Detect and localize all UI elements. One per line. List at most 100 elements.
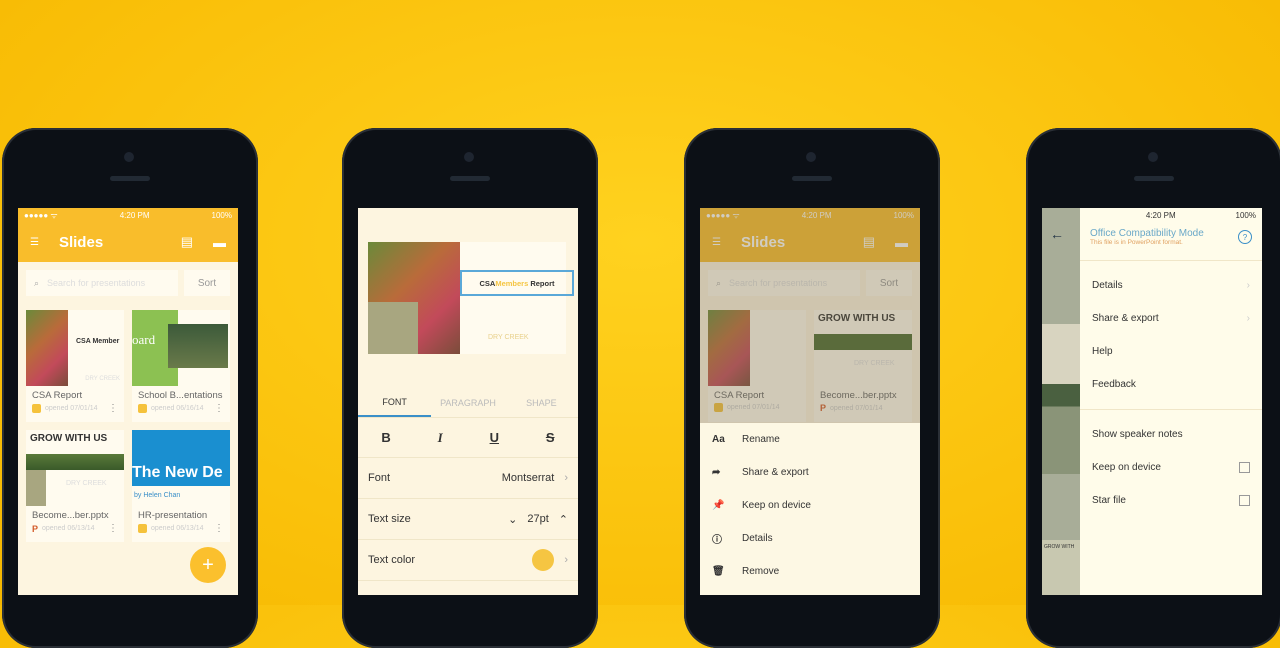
info-icon: ⓘ [712, 535, 722, 546]
keep-on-device-checkbox[interactable] [1239, 462, 1250, 473]
battery: 100% [211, 210, 232, 220]
more-icon[interactable]: ⋮ [108, 403, 118, 414]
menu-feedback[interactable]: Feedback [1080, 368, 1262, 401]
slide-canvas[interactable]: CSA Members Report DRY CREEK [368, 242, 574, 354]
option-label: Show speaker notes [1092, 429, 1183, 440]
text-color-row[interactable]: Text color › [358, 540, 578, 581]
file-meta: opened 06/13/14 [42, 525, 95, 532]
slides-list-screen: ●●●●● ᯤ 4:20 PM 100% ☰ Slides ▤ ▬ ⌕ Search for… [18, 208, 238, 595]
file-name: Become...ber.pptx [32, 510, 109, 521]
file-name: CSA Report [32, 390, 83, 401]
file-actions-screen: ●●●●● ᯤ 4:20 PM 100% ☰ Slides ▤ ▬ ⌕ Search for… [700, 208, 920, 595]
speaker [450, 176, 490, 181]
rename-action[interactable]: Aa Rename [700, 423, 920, 456]
chevron-right-icon: › [1246, 313, 1250, 324]
strikethrough-button[interactable]: S [546, 430, 555, 445]
text-size-row: Text size ⌄ 27pt ⌃ [358, 499, 578, 540]
thumbnail: The New De by Helen Chan [132, 430, 230, 506]
menu-share-export[interactable]: Share & export › [1080, 302, 1262, 335]
menu-label: Help [1092, 346, 1113, 357]
font-row[interactable]: Font Montserrat › [358, 458, 578, 499]
speaker [110, 176, 150, 181]
menu-label: Share & export [1092, 313, 1159, 324]
slides-file-icon [138, 404, 147, 413]
phone-1: ●●●●● ᯤ 4:20 PM 100% ☰ Slides ▤ ▬ ⌕ Search for… [2, 128, 258, 648]
status-bar: 4:20 PM 100% [1080, 208, 1262, 222]
keep-on-device-option[interactable]: Keep on device [1080, 451, 1262, 484]
search-input[interactable]: ⌕ Search for presentations [26, 270, 178, 296]
size-value: 27pt [527, 513, 549, 525]
tab-font[interactable]: FONT [358, 388, 432, 417]
decrease-size-icon[interactable]: ⌄ [508, 513, 517, 526]
thumbnail: oard [132, 310, 230, 386]
search-placeholder: Search for presentations [47, 278, 146, 288]
signal-icon: ●●●●● ᯤ [24, 210, 58, 220]
bold-button[interactable]: B [381, 430, 390, 445]
star-file-checkbox[interactable] [1239, 495, 1250, 506]
thumb-sub: DRY CREEK [66, 480, 107, 487]
thumb-title: GROW WITH [1044, 544, 1075, 550]
battery: 100% [1235, 210, 1256, 220]
increase-size-icon[interactable]: ⌃ [559, 513, 568, 526]
more-icon[interactable]: ⋮ [108, 523, 118, 534]
underline-button[interactable]: U [490, 430, 499, 445]
tab-paragraph[interactable]: PARAGRAPH [431, 388, 504, 417]
slide-preview [1042, 324, 1080, 474]
keep-on-device-action[interactable]: 📌 Keep on device [700, 489, 920, 522]
thumbnail: GROW WITH US DRY CREEK [26, 430, 124, 506]
thumb-sub: DRY CREEK [85, 376, 120, 382]
sort-button[interactable]: Sort [184, 270, 230, 296]
chevron-right-icon: › [564, 554, 568, 566]
trash-icon: 🗑 [712, 566, 725, 577]
file-menu-drawer: 4:20 PM 100% Office Compatibility Mode Thi… [1080, 208, 1262, 595]
time: 4:20 PM [119, 210, 150, 220]
file-name: HR-presentation [138, 510, 208, 521]
share-export-action[interactable]: ➦ Share & export [700, 456, 920, 489]
phone-4: ← GROW WITH 4:20 PM 100% Office Compatibi… [1026, 128, 1280, 648]
menu-icon[interactable]: ☰ [30, 237, 39, 248]
thumb-title: CSA Member [76, 338, 120, 345]
action-label: Share & export [742, 467, 809, 478]
list-view-icon[interactable]: ▤ [181, 234, 193, 250]
rename-icon: Aa [712, 434, 725, 445]
action-label: Rename [742, 434, 780, 445]
help-icon[interactable]: ? [1238, 230, 1252, 244]
file-card[interactable]: oard School B...entations opened 06/16/14 ⋮ [132, 310, 230, 422]
app-title: Slides [58, 233, 104, 251]
pin-icon: 📌 [712, 500, 725, 511]
more-icon[interactable]: ⋮ [214, 523, 224, 534]
italic-button[interactable]: I [438, 430, 443, 446]
show-speaker-notes[interactable]: Show speaker notes [1080, 418, 1262, 451]
title-part: CSA [479, 278, 496, 288]
camera [806, 152, 816, 162]
time: 4:20 PM [1145, 210, 1176, 220]
remove-action[interactable]: 🗑 Remove [700, 555, 920, 588]
phone-2: CSA Members Report DRY CREEK FONT PARAGRA… [342, 128, 598, 648]
tab-shape[interactable]: SHAPE [505, 388, 578, 417]
file-card[interactable]: CSA Member DRY CREEK CSA Report opened 07/0… [26, 310, 124, 422]
details-action[interactable]: ⓘ Details [700, 522, 920, 555]
file-card[interactable]: GROW WITH US DRY CREEK Become...ber.pptx Po… [26, 430, 124, 542]
back-icon[interactable]: ← [1050, 226, 1064, 242]
new-presentation-button[interactable]: + [190, 547, 226, 583]
speaker [1134, 176, 1174, 181]
menu-help[interactable]: Help [1080, 335, 1262, 368]
selected-text-box[interactable]: CSA Members Report [460, 270, 574, 296]
compat-mode-subtitle: This file is in PowerPoint format. [1090, 239, 1183, 246]
more-icon[interactable]: ⋮ [214, 403, 224, 414]
compat-mode-title: Office Compatibility Mode [1090, 228, 1204, 239]
chevron-right-icon: › [564, 472, 568, 484]
folder-icon[interactable]: ▬ [213, 235, 226, 250]
menu-details[interactable]: Details › [1080, 269, 1262, 302]
title-part: Report [528, 278, 555, 288]
file-card[interactable]: The New De by Helen Chan HR-presentation op… [132, 430, 230, 542]
slides-file-icon [32, 404, 41, 413]
color-swatch[interactable] [532, 549, 555, 571]
thumb-title: oard [132, 332, 156, 347]
menu-label: Details [1092, 280, 1123, 291]
slide-editor-screen: CSA Members Report DRY CREEK FONT PARAGRA… [358, 208, 578, 595]
slide-footer: DRY CREEK [488, 334, 529, 341]
slides-file-icon [138, 524, 147, 533]
status-bar: ●●●●● ᯤ 4:20 PM 100% [18, 208, 238, 222]
star-file-option[interactable]: Star file [1080, 484, 1262, 517]
